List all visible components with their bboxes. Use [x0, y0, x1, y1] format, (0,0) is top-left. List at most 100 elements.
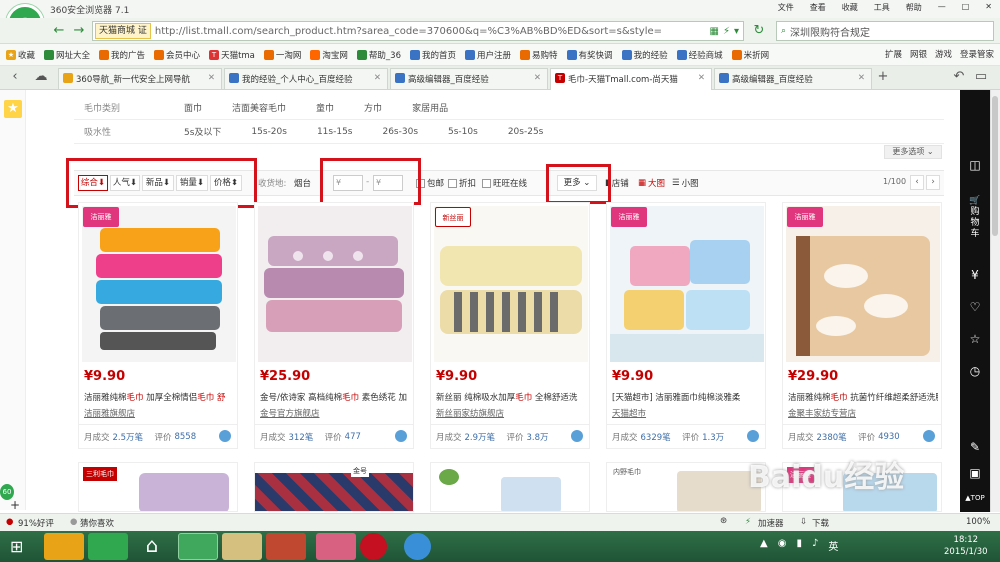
- product-image[interactable]: [82, 206, 236, 362]
- shop-link[interactable]: 金号官方旗舰店: [260, 407, 320, 419]
- product-card[interactable]: 内野毛巾: [606, 462, 766, 512]
- product-image[interactable]: [501, 477, 561, 511]
- tab-list-icon[interactable]: ▭: [972, 68, 990, 86]
- bookmark-item[interactable]: 经验商城: [676, 49, 723, 61]
- history-icon[interactable]: ◷: [962, 364, 988, 378]
- guess-link[interactable]: 猜你喜欢: [80, 517, 114, 529]
- bank-button[interactable]: 网银: [910, 48, 927, 60]
- wangwang-chat-icon[interactable]: [571, 430, 583, 442]
- image-app-icon[interactable]: [316, 533, 356, 560]
- filter-option[interactable]: 方巾: [364, 101, 382, 114]
- menu-tools[interactable]: 工具: [872, 2, 892, 13]
- product-card[interactable]: [430, 462, 590, 512]
- bookmark-item[interactable]: 我的广告: [99, 49, 145, 61]
- extensions-button[interactable]: 扩展: [885, 48, 902, 60]
- search-input[interactable]: 深圳限购符合规定: [790, 24, 870, 39]
- qrcode-icon[interactable]: ▣: [962, 466, 988, 480]
- browser-taskbar-icon[interactable]: [178, 533, 218, 560]
- wangwang-chat-icon[interactable]: [747, 430, 759, 442]
- menu-favorites[interactable]: 收藏: [840, 2, 860, 13]
- star-outline-icon[interactable]: ☆: [962, 332, 988, 346]
- discount-checkbox[interactable]: 折扣: [448, 177, 476, 189]
- search-box[interactable]: ⌕ 深圳限购符合规定: [776, 21, 994, 41]
- bookmark-item[interactable]: 有奖快调: [566, 49, 613, 61]
- zoom-level[interactable]: 100%: [966, 517, 990, 527]
- wangwang-chat-icon[interactable]: [923, 430, 935, 442]
- tab-editor-2[interactable]: 高级编辑器_百度经验 ✕: [714, 68, 872, 89]
- rating-text[interactable]: 91%好评: [18, 517, 54, 529]
- shop-link[interactable]: 天猫超市: [612, 407, 646, 419]
- bookmark-item[interactable]: 网址大全: [44, 49, 90, 61]
- prev-page-button[interactable]: ‹: [910, 175, 924, 190]
- product-title[interactable]: 金号/依诗家 高档纯棉毛巾 素色绣花 加: [260, 391, 410, 403]
- scrollbar-thumb[interactable]: [992, 96, 998, 236]
- product-card[interactable]: 金号: [254, 462, 414, 512]
- bookmark-item[interactable]: ★ 收藏: [6, 49, 35, 61]
- restore-tab-icon[interactable]: ↶: [950, 68, 968, 86]
- product-title[interactable]: 新丝丽 纯棉吸水加厚毛巾 全棉舒适洗: [436, 391, 586, 403]
- bookmark-item[interactable]: 一淘网: [263, 49, 301, 61]
- menu-view[interactable]: 查看: [808, 2, 828, 13]
- bookmark-item[interactable]: 用户注册: [465, 49, 511, 61]
- volume-icon[interactable]: ♪: [812, 538, 818, 554]
- wangwang-chat-icon[interactable]: [395, 430, 407, 442]
- product-card[interactable]: ¥25.90 金号/依诗家 高档纯棉毛巾 素色绣花 加 金号官方旗舰店 月成交 3…: [254, 202, 414, 449]
- product-card[interactable]: 新丝丽 ¥9.90 新丝丽 纯棉吸水加厚毛巾 全棉舒适洗 新丝丽家纺旗舰店 月成…: [430, 202, 590, 449]
- filter-option[interactable]: 15s-20s: [251, 127, 287, 137]
- windows-start-icon[interactable]: ⊞: [10, 537, 32, 557]
- login-manager-button[interactable]: 登录管家: [960, 48, 994, 60]
- top-button[interactable]: ▲TOP: [962, 494, 988, 502]
- product-card[interactable]: 三利毛巾: [78, 462, 238, 512]
- ime-icon[interactable]: 英: [828, 538, 838, 554]
- wangwang-chat-icon[interactable]: [219, 430, 231, 442]
- filter-option[interactable]: 5s-10s: [448, 127, 478, 137]
- url-input[interactable]: http://list.tmall.com/search_product.htm…: [155, 26, 710, 37]
- network-icon[interactable]: ▮: [796, 538, 802, 554]
- bookmark-item[interactable]: 易购特: [520, 49, 558, 61]
- tab-360-nav[interactable]: 360导航_新一代安全上网导航 ✕: [58, 68, 222, 89]
- folder-icon[interactable]: [222, 533, 262, 560]
- excel-icon[interactable]: [88, 533, 128, 560]
- filter-option[interactable]: 26s-30s: [382, 127, 418, 137]
- close-button[interactable]: ✕: [983, 2, 994, 13]
- bookmark-item[interactable]: 淘宝网: [310, 49, 348, 61]
- add-icon[interactable]: +: [10, 498, 20, 512]
- download-button[interactable]: 下载: [812, 517, 829, 529]
- site-badge[interactable]: 天猫商城 证: [95, 23, 151, 39]
- minimize-button[interactable]: —: [936, 2, 948, 13]
- menu-file[interactable]: 文件: [776, 2, 796, 13]
- favorite-star-icon[interactable]: ★: [4, 100, 22, 118]
- tab-close-icon[interactable]: ✕: [371, 73, 381, 89]
- filter-option[interactable]: 家居用品: [412, 101, 448, 114]
- filter-option[interactable]: 洁面美容毛巾: [232, 101, 286, 114]
- menu-help[interactable]: 帮助: [904, 2, 924, 13]
- maximize-button[interactable]: □: [960, 2, 972, 13]
- refresh-icon[interactable]: ↻: [750, 22, 768, 40]
- dropdown-icon[interactable]: ▾: [734, 26, 739, 37]
- app-icon[interactable]: [360, 533, 387, 560]
- tray-icon[interactable]: ▲: [760, 538, 768, 554]
- product-title[interactable]: 洁丽雅纯棉毛巾 加厚全棉情侣毛巾 舒: [84, 391, 234, 403]
- bookmark-item[interactable]: 我的首页: [410, 49, 456, 61]
- filter-option[interactable]: 20s-25s: [508, 127, 544, 137]
- games-button[interactable]: 游戏: [935, 48, 952, 60]
- bookmark-item[interactable]: 会员中心: [154, 49, 200, 61]
- product-card[interactable]: 洁丽雅 ¥9.90 [天猫超市] 洁丽雅面巾纯棉淡雅柔 天猫超市 月成交 6329…: [606, 202, 766, 449]
- tab-my-experience[interactable]: 我的经验_个人中心_百度经验 ✕: [224, 68, 388, 89]
- tab-editor[interactable]: 高级编辑器_百度经验 ✕: [390, 68, 548, 89]
- tab-close-icon[interactable]: ✕: [205, 73, 215, 89]
- tray-icon[interactable]: ◉: [778, 538, 787, 554]
- tab-tmall[interactable]: T 毛巾-天猫Tmall.com-尚天猫 ✕: [550, 68, 712, 90]
- product-image[interactable]: [139, 473, 229, 511]
- cloud-icon[interactable]: ☁: [32, 68, 50, 86]
- more-options-button[interactable]: 更多选项 ⌄: [884, 145, 942, 159]
- cart-button[interactable]: 🛒购物车: [968, 196, 982, 240]
- filter-option[interactable]: 面巾: [184, 101, 202, 114]
- filter-option[interactable]: 童巾: [316, 101, 334, 114]
- filter-option[interactable]: 11s-15s: [317, 127, 353, 137]
- heart-icon[interactable]: ♡: [962, 300, 988, 314]
- new-tab-icon[interactable]: +: [874, 68, 892, 86]
- tab-scroll-left-icon[interactable]: ‹: [6, 68, 24, 86]
- view-big-button[interactable]: ▦ 大图: [638, 177, 665, 189]
- tab-close-icon[interactable]: ✕: [531, 73, 541, 89]
